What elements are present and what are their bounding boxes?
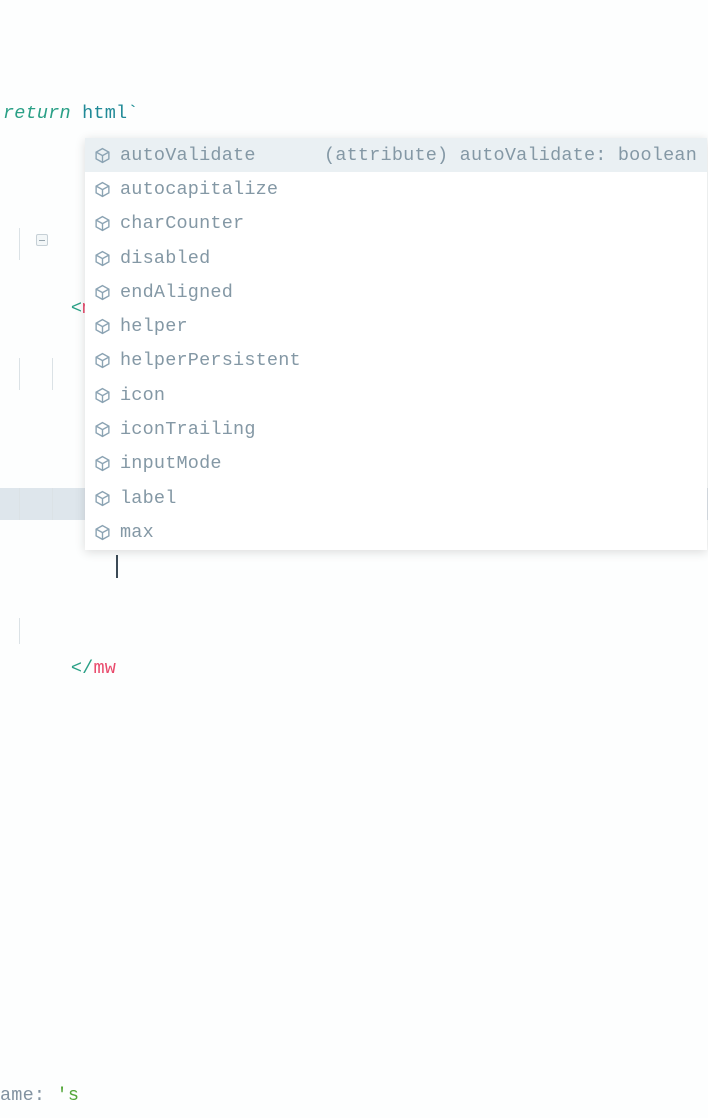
cube-icon xyxy=(94,387,111,404)
backtick: ` xyxy=(127,103,138,124)
keyword-return: return xyxy=(3,103,71,124)
cube-icon xyxy=(94,181,111,198)
cube-icon xyxy=(94,284,111,301)
autocomplete-item[interactable]: charCounter xyxy=(85,207,707,241)
autocomplete-item[interactable]: helper xyxy=(85,309,707,343)
autocomplete-item[interactable]: disabled xyxy=(85,241,707,275)
autocomplete-item-label: endAligned xyxy=(120,282,233,303)
autocomplete-item-label: iconTrailing xyxy=(120,419,256,440)
fold-marker-icon[interactable] xyxy=(36,234,48,246)
code-line[interactable]: return html` xyxy=(0,98,708,131)
autocomplete-item-detail: (attribute) autoValidate: boolean xyxy=(324,145,707,166)
autocomplete-item-label: charCounter xyxy=(120,213,244,234)
autocomplete-item-label: helperPersistent xyxy=(120,350,301,371)
cube-icon xyxy=(94,318,111,335)
autocomplete-item-label: label xyxy=(120,488,177,509)
autocomplete-item-label: inputMode xyxy=(120,453,222,474)
indent-guide xyxy=(19,618,20,644)
autocomplete-item[interactable]: endAligned xyxy=(85,275,707,309)
indent-guide xyxy=(52,358,53,391)
code-fragment: ame: xyxy=(0,1085,45,1106)
autocomplete-item-label: autoValidate xyxy=(120,145,256,166)
cube-icon xyxy=(94,421,111,438)
cube-icon xyxy=(94,215,111,232)
autocomplete-item[interactable]: max xyxy=(85,515,707,549)
indent-guide xyxy=(19,228,20,261)
autocomplete-item[interactable]: autoValidate (attribute) autoValidate: bo… xyxy=(85,138,707,172)
autocomplete-item-label: disabled xyxy=(120,248,210,269)
autocomplete-item[interactable]: icon xyxy=(85,378,707,412)
tag-name-fragment: mw xyxy=(93,658,116,679)
cube-icon xyxy=(94,490,111,507)
autocomplete-item[interactable]: autocapitalize xyxy=(85,172,707,206)
autocomplete-item[interactable]: inputMode xyxy=(85,447,707,481)
autocomplete-item[interactable]: helperPersistent xyxy=(85,344,707,378)
cube-icon xyxy=(94,352,111,369)
cube-icon xyxy=(94,455,111,472)
tag-open-bracket: < xyxy=(71,298,82,319)
autocomplete-item-label: helper xyxy=(120,316,188,337)
cube-icon xyxy=(94,147,111,164)
cube-icon xyxy=(94,524,111,541)
autocomplete-item[interactable]: label xyxy=(85,481,707,515)
code-line-blank[interactable] xyxy=(0,950,708,983)
autocomplete-popup[interactable]: autoValidate (attribute) autoValidate: bo… xyxy=(85,138,707,550)
tag-close-bracket: </ xyxy=(71,658,94,679)
autocomplete-item-label: autocapitalize xyxy=(120,179,278,200)
autocomplete-item[interactable]: iconTrailing xyxy=(85,412,707,446)
string-fragment: 's xyxy=(45,1085,79,1106)
cube-icon xyxy=(94,250,111,267)
code-line[interactable]: </mw xyxy=(0,618,708,658)
func-html: html xyxy=(71,103,128,124)
code-line-blank[interactable] xyxy=(0,853,708,886)
autocomplete-item-label: max xyxy=(120,522,154,543)
code-line[interactable]: ame: 's xyxy=(0,1080,708,1113)
autocomplete-item-label: icon xyxy=(120,385,165,406)
code-line-blank[interactable] xyxy=(0,755,708,788)
indent-guide xyxy=(19,488,20,521)
text-cursor xyxy=(116,555,118,578)
indent-guide xyxy=(52,488,53,521)
indent-guide xyxy=(19,358,20,391)
